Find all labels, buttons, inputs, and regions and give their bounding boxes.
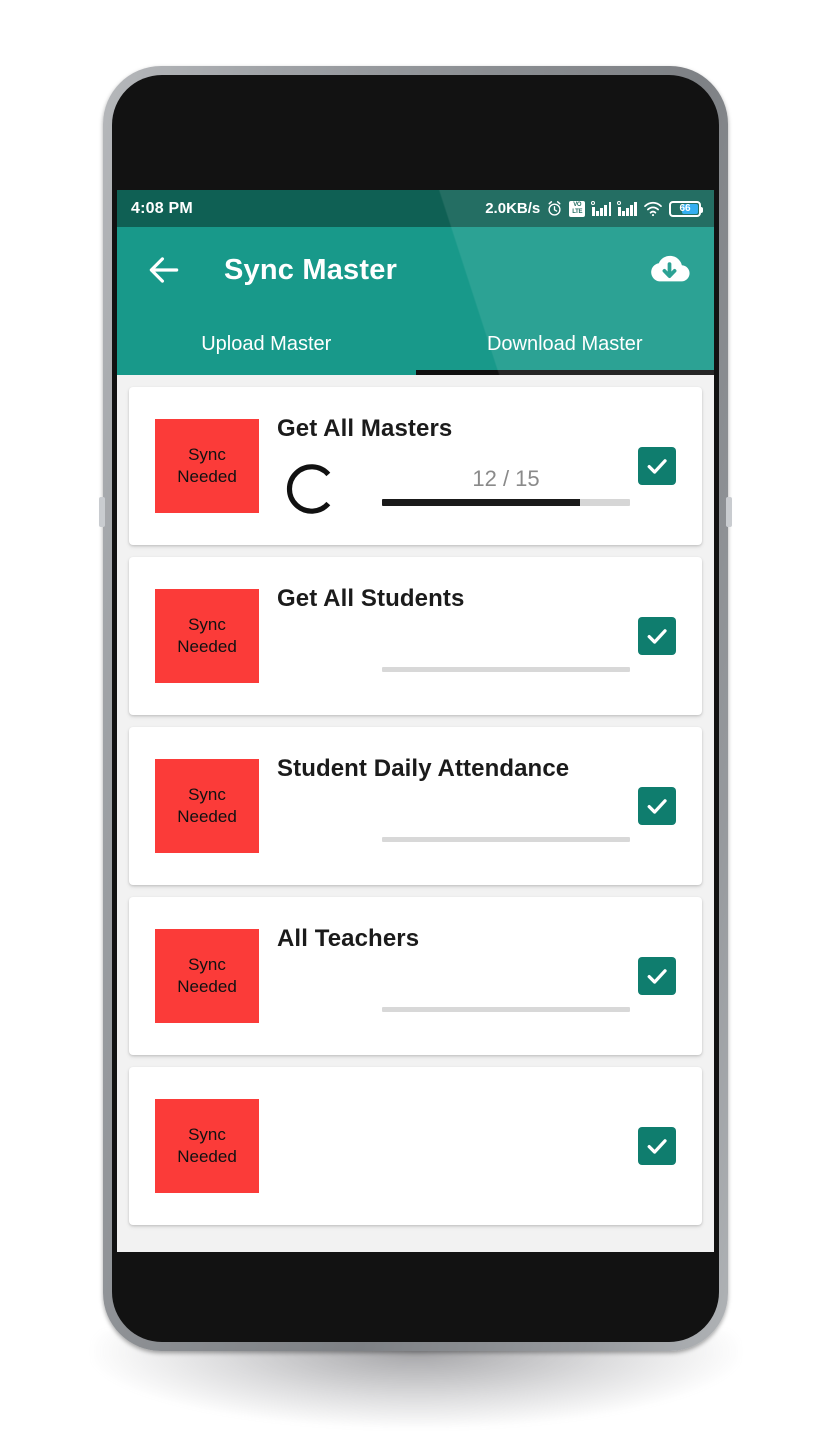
battery-level-label: 66	[679, 203, 691, 214]
status-badge: Sync Needed	[155, 419, 259, 513]
sync-card[interactable]: Sync Needed Student Daily Attendance	[129, 727, 702, 885]
badge-line-2: Needed	[177, 637, 237, 656]
status-bar: 4:08 PM 2.0KB/s VO LTE 66	[117, 190, 714, 227]
wifi-icon	[644, 201, 662, 216]
power-button[interactable]	[726, 497, 732, 527]
app-bar: Sync Master	[117, 227, 714, 313]
alarm-icon	[548, 201, 561, 216]
tab-label: Download Master	[486, 332, 643, 355]
signal-sim2-icon	[617, 201, 637, 216]
check-icon	[647, 799, 667, 814]
signal-sim1-icon	[591, 201, 612, 216]
volume-button[interactable]	[99, 497, 105, 527]
status-badge: Sync Needed	[155, 589, 259, 683]
progress-bar	[382, 667, 630, 672]
sync-item-title: Get All Masters	[277, 415, 453, 442]
progress-area	[382, 831, 630, 842]
progress-counter: 12 / 15	[472, 466, 540, 491]
network-speed-label: 2.0KB/s	[485, 200, 541, 217]
sync-item-checkbox[interactable]	[638, 1127, 676, 1165]
cloud-download-icon[interactable]	[647, 248, 692, 293]
volte-icon: VO LTE	[569, 200, 586, 217]
progress-bar	[382, 1007, 630, 1012]
arrow-left-icon[interactable]	[145, 251, 183, 289]
sync-item-checkbox[interactable]	[638, 447, 676, 485]
progress-bar	[382, 837, 630, 842]
sync-card[interactable]: Sync Needed	[129, 1067, 702, 1225]
badge-line-1: Sync	[188, 615, 226, 634]
progress-bar	[382, 499, 630, 506]
check-icon	[647, 1139, 667, 1154]
check-icon	[647, 969, 667, 984]
badge-line-2: Needed	[177, 467, 237, 486]
status-badge: Sync Needed	[155, 929, 259, 1023]
phone-screen: 4:08 PM 2.0KB/s VO LTE 66 Sync Master Up…	[117, 190, 714, 1252]
tab-label: Upload Master	[201, 332, 332, 355]
sync-item-checkbox[interactable]	[638, 617, 676, 655]
loading-spinner-icon	[286, 464, 331, 514]
tab-upload-master[interactable]: Upload Master	[117, 313, 416, 375]
sync-item-title: All Teachers	[277, 925, 420, 952]
progress-bar-fill	[382, 499, 581, 506]
tab-bar: Upload Master Download Master	[117, 313, 714, 375]
badge-line-1: Sync	[188, 785, 226, 804]
sync-item-checkbox[interactable]	[638, 787, 676, 825]
battery-icon: 66	[669, 200, 703, 217]
progress-area	[382, 661, 630, 672]
status-icons: 2.0KB/s VO LTE 66	[485, 200, 703, 217]
check-icon	[647, 459, 667, 474]
page-title: Sync Master	[224, 253, 398, 286]
sync-card[interactable]: Sync Needed Get All Masters 12 / 15	[129, 387, 702, 545]
sync-item-checkbox[interactable]	[638, 957, 676, 995]
check-icon	[647, 629, 667, 644]
progress-area	[382, 1001, 630, 1012]
badge-line-1: Sync	[188, 1125, 226, 1144]
sync-item-title: Get All Students	[277, 585, 465, 612]
progress-area: 12 / 15	[382, 465, 630, 506]
sync-card[interactable]: Sync Needed All Teachers	[129, 897, 702, 1055]
sync-item-list[interactable]: Sync Needed Get All Masters 12 / 15 Sync…	[117, 375, 714, 1252]
badge-line-2: Needed	[177, 977, 237, 996]
status-badge: Sync Needed	[155, 759, 259, 853]
status-time: 4:08 PM	[131, 199, 193, 217]
badge-line-1: Sync	[188, 955, 226, 974]
sync-item-title: Student Daily Attendance	[277, 755, 570, 782]
tab-download-master[interactable]: Download Master	[416, 313, 715, 375]
badge-line-2: Needed	[177, 807, 237, 826]
sync-card[interactable]: Sync Needed Get All Students	[129, 557, 702, 715]
status-badge: Sync Needed	[155, 1099, 259, 1193]
badge-line-2: Needed	[177, 1147, 237, 1166]
badge-line-1: Sync	[188, 445, 226, 464]
